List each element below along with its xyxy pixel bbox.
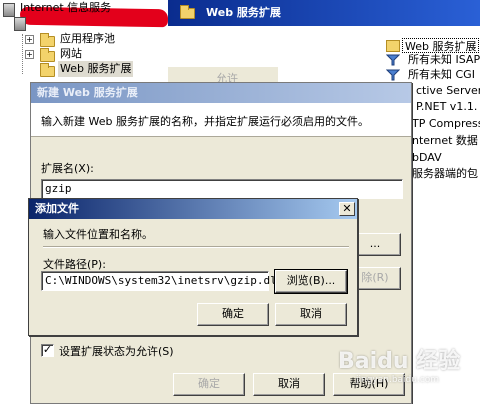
close-icon[interactable]: ✕ (339, 202, 355, 216)
tree-item-app-pools[interactable]: 应用程序池 (60, 31, 115, 47)
dialog-titlebar[interactable]: 添加文件 (29, 199, 357, 219)
folder-icon (40, 33, 55, 47)
filter-icon (385, 69, 401, 81)
file-path-input[interactable]: C:\WINDOWS\system32\inetsrv\gzip.dll (41, 271, 283, 291)
tree-line (22, 34, 23, 74)
list-item-aspnet[interactable]: P.NET v1.1. (416, 99, 477, 114)
instruction-area: 输入新建 Web 服务扩展的名称，并指定扩展运行必须启用的文件。 (31, 103, 411, 137)
tree-item-web-service-ext[interactable]: Web 服务扩展 (58, 61, 134, 77)
dialog-titlebar[interactable]: 新建 Web 服务扩展 (31, 83, 411, 103)
list-item-unknown-cgi[interactable]: 所有未知 CGI (408, 67, 475, 82)
watermark: Baidu 经验 jingyan.baidu.com (338, 343, 478, 401)
folder-icon (40, 48, 55, 62)
list-item-asp[interactable]: ctive Server (416, 83, 480, 98)
expand-icon[interactable]: + (25, 50, 34, 59)
cancel-button[interactable]: 取消 (253, 373, 325, 396)
cancel-button[interactable]: 取消 (275, 303, 347, 326)
list-item-ssi[interactable]: 服务器端的包 (412, 166, 478, 181)
allow-status-label: 设置扩展状态为允许(S) (59, 345, 174, 358)
ok-button[interactable]: 确定 (173, 373, 245, 396)
filter-icon (385, 54, 401, 66)
list-item-internet-data[interactable]: nternet 数据 (412, 133, 478, 148)
folder-icon (40, 63, 55, 77)
file-path-label: 文件路径(P): (43, 258, 106, 271)
watermark-url: jingyan.baidu.com (356, 375, 440, 385)
folder-icon (180, 5, 195, 19)
right-pane-header: Web 服务扩展 (168, 0, 480, 26)
list-item-http-compress[interactable]: TP Compress (412, 116, 480, 131)
browse-button[interactable]: 浏览(B)... (274, 269, 348, 294)
dialog-title: 添加文件 (35, 202, 79, 215)
extension-name-label: 扩展名(X): (41, 162, 94, 175)
tree-root-label[interactable]: Internet 信息服务 (20, 0, 111, 16)
instruction-text: 输入新建 Web 服务扩展的名称，并指定扩展运行必须启用的文件。 (41, 115, 369, 128)
right-pane-title: Web 服务扩展 (206, 6, 281, 19)
list-item-web-service-ext[interactable]: Web 服务扩展 (402, 38, 480, 53)
watermark-text: Baidu 经验 (338, 349, 461, 374)
server-icon (14, 17, 26, 31)
list-item-unknown-isapi[interactable]: 所有未知 ISAP (408, 52, 480, 67)
computer-icon (3, 3, 15, 17)
tree-pane: Internet 信息服务 + 应用程序池 + 网站 Web 服务扩展 (0, 0, 169, 90)
instruction-text: 输入文件位置和名称。 (43, 228, 153, 241)
allow-status-checkbox[interactable]: ✓ (41, 344, 54, 357)
extension-name-input[interactable]: gzip (41, 179, 403, 199)
list-item-webdav[interactable]: bDAV (412, 150, 442, 165)
tree-item-websites[interactable]: 网站 (60, 46, 82, 62)
dialog-title: 新建 Web 服务扩展 (37, 86, 138, 99)
folder-icon (386, 40, 400, 52)
separator (43, 246, 349, 248)
expand-icon[interactable]: + (25, 35, 34, 44)
ok-button[interactable]: 确定 (197, 303, 269, 326)
add-file-dialog: 添加文件 ✕ 输入文件位置和名称。 文件路径(P): C:\WINDOWS\sy… (28, 198, 358, 336)
